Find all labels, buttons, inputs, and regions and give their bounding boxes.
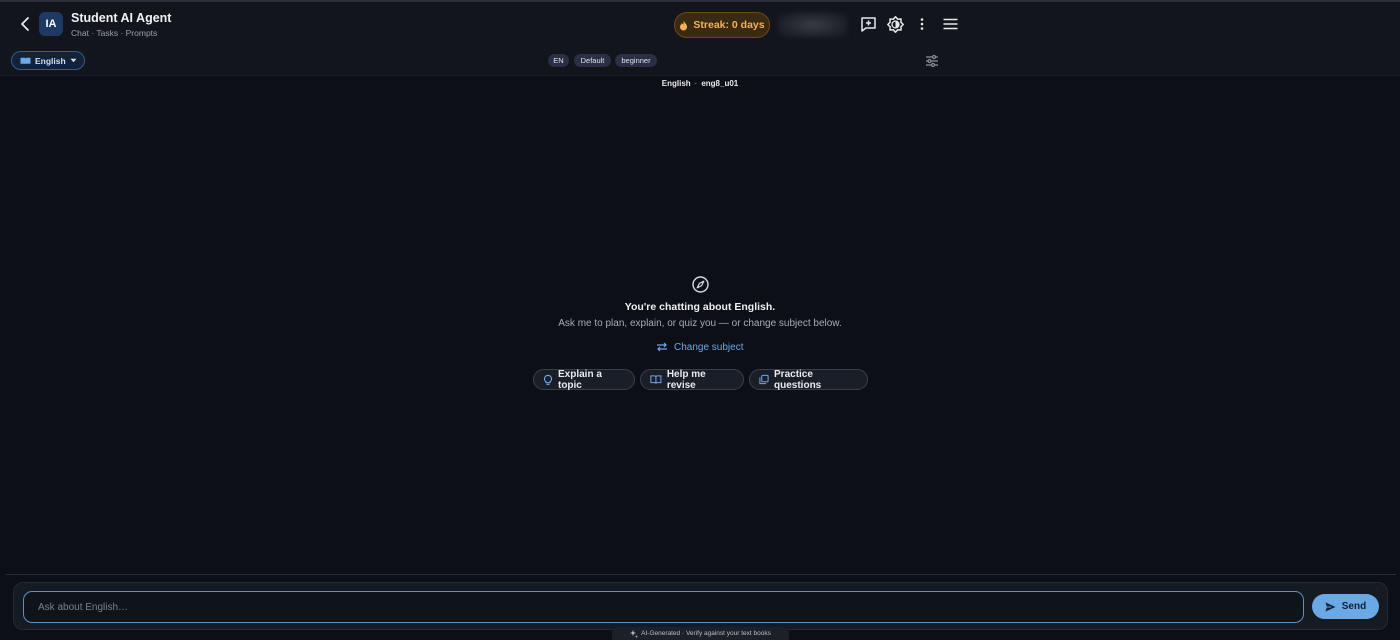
app-subtitle: Chat · Tasks · Prompts <box>71 28 158 38</box>
book-icon <box>20 57 31 64</box>
brightness-icon <box>886 15 904 33</box>
mode-chip: Default <box>574 54 611 67</box>
back-button[interactable] <box>16 14 34 34</box>
streak-label: Streak: 0 days <box>693 19 765 31</box>
send-button[interactable]: Send <box>1312 594 1379 619</box>
sparkle-icon <box>630 629 639 638</box>
context-unit: eng8_u01 <box>701 79 739 88</box>
context-separator: · <box>694 79 698 88</box>
change-subject-link[interactable]: Change subject <box>656 340 744 354</box>
chat-input[interactable] <box>23 591 1304 623</box>
swap-icon <box>657 342 667 352</box>
context-line: English · eng8_u01 <box>0 79 1400 88</box>
compass-icon <box>692 276 709 293</box>
streak-badge[interactable]: Streak: 0 days <box>674 12 770 38</box>
locale-chip: EN <box>548 54 569 67</box>
blurred-profile <box>778 12 848 38</box>
suggestion-label: Help me revise <box>666 368 706 391</box>
suggestion-help-revise[interactable]: Help me revise <box>640 368 744 391</box>
theme-toggle-button[interactable] <box>885 14 905 34</box>
ai-disclaimer-text: AI-Generated · Verify against your text … <box>641 630 771 637</box>
tune-icon[interactable] <box>925 54 939 68</box>
copy-pages-icon <box>759 374 769 385</box>
empty-state-description: Ask me to plan, explain, or quiz you — o… <box>558 318 842 329</box>
suggestion-label: Practice questions <box>774 368 822 391</box>
flame-icon <box>680 20 688 30</box>
lightbulb-icon <box>543 374 552 385</box>
add-chat-icon <box>860 16 876 32</box>
revise-book-icon <box>650 375 662 384</box>
suggestion-practice-questions[interactable]: Practice questions <box>749 368 868 391</box>
send-label: Send <box>1341 601 1367 612</box>
send-icon <box>1325 602 1336 611</box>
menu-button[interactable] <box>940 14 960 34</box>
level-chip: beginner <box>615 54 657 67</box>
composer-divider <box>6 574 1396 575</box>
empty-state-headline: You're chatting about English. <box>624 301 776 313</box>
more-vertical-icon <box>920 18 924 30</box>
more-options-button[interactable] <box>912 14 932 34</box>
change-subject-label: Change subject <box>674 341 744 353</box>
caret-down-icon <box>70 58 77 63</box>
hamburger-icon <box>943 18 957 30</box>
context-subject: English <box>661 79 691 88</box>
suggestion-label: Explain a topic <box>557 368 602 391</box>
new-chat-button[interactable] <box>858 14 878 34</box>
app-title: Student AI Agent <box>71 11 172 25</box>
language-select[interactable]: English <box>11 51 85 70</box>
subject-toolbar: English EN Default beginner <box>0 46 1400 76</box>
suggestion-explain-topic[interactable]: Explain a topic <box>533 368 635 391</box>
app-avatar: IA <box>39 12 63 36</box>
language-label: English <box>35 55 66 66</box>
top-bar: IA Student AI Agent Chat · Tasks · Promp… <box>0 0 1400 46</box>
ai-disclaimer: AI-Generated · Verify against your text … <box>612 627 789 640</box>
chevron-left-icon <box>21 17 29 31</box>
